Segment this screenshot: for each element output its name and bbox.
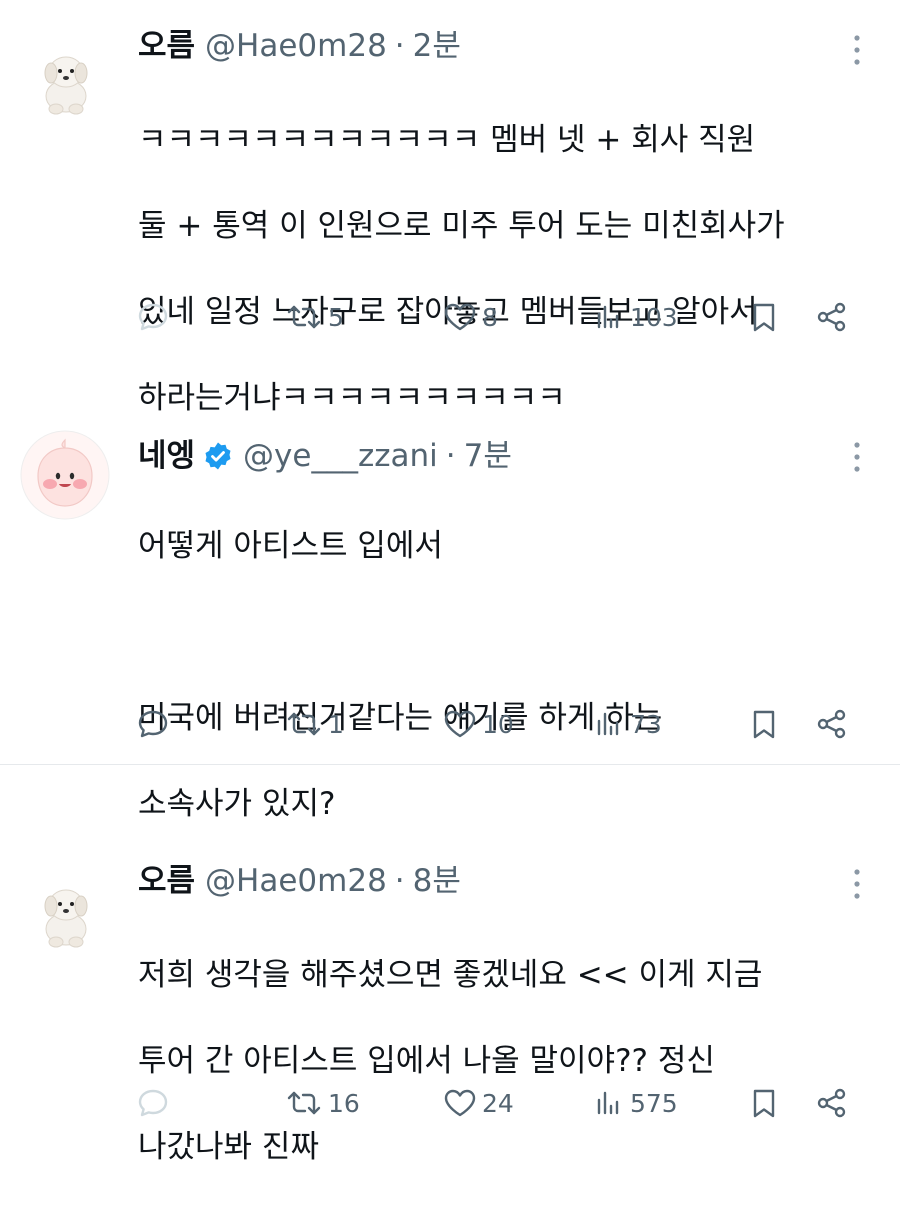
tweet-text-line: ㅋㅋㅋㅋㅋㅋㅋㅋㅋㅋㅋㅋ 멤버 넷 + 회사 직원 bbox=[138, 122, 756, 158]
reply-icon bbox=[138, 710, 168, 738]
action-bar: 16 24 575 bbox=[136, 1083, 856, 1123]
retweet-button[interactable]: 1 bbox=[284, 704, 344, 744]
timestamp[interactable]: 7분 bbox=[464, 436, 512, 476]
retweet-count: 16 bbox=[328, 1088, 360, 1118]
more-options-button[interactable] bbox=[850, 33, 864, 67]
like-button[interactable]: 8 bbox=[442, 297, 498, 337]
reply-button[interactable] bbox=[136, 1083, 174, 1123]
retweet-icon bbox=[287, 305, 321, 329]
bookmark-icon bbox=[753, 1089, 775, 1118]
retweet-button[interactable]: 5 bbox=[284, 297, 344, 337]
tweet-text-line: 어떻게 아티스트 입에서 bbox=[138, 528, 443, 564]
display-name[interactable]: 오름 bbox=[138, 861, 195, 901]
more-vertical-icon bbox=[854, 442, 860, 472]
verified-badge-icon bbox=[203, 441, 233, 471]
views-button[interactable]: 575 bbox=[592, 1083, 678, 1123]
white-puppy-plush-icon bbox=[44, 889, 88, 948]
share-button[interactable] bbox=[814, 1083, 850, 1123]
more-options-button[interactable] bbox=[850, 867, 864, 901]
bookmark-button[interactable] bbox=[748, 704, 780, 744]
view-count: 103 bbox=[630, 302, 678, 332]
views-chart-icon bbox=[597, 1091, 619, 1115]
tweet-text-line bbox=[138, 611, 878, 654]
heart-icon bbox=[444, 710, 476, 738]
separator-dot: · bbox=[394, 863, 405, 899]
display-name[interactable]: 네엥 bbox=[138, 436, 195, 476]
avatar[interactable] bbox=[20, 430, 110, 520]
like-count: 24 bbox=[482, 1088, 514, 1118]
tweet-header: 오름 @Hae0m28 · 8분 bbox=[138, 861, 461, 901]
tweet-text-line: 나갔나봐 진짜 bbox=[138, 1129, 319, 1165]
handle[interactable]: @ye___zzani bbox=[243, 436, 438, 476]
avatar[interactable] bbox=[26, 40, 106, 120]
reply-icon bbox=[138, 303, 168, 331]
retweet-count: 1 bbox=[328, 709, 344, 739]
bookmark-icon bbox=[753, 303, 775, 332]
display-name[interactable]: 오름 bbox=[138, 26, 195, 66]
tweet-header: 오름 @Hae0m28 · 2분 bbox=[138, 26, 461, 66]
like-button[interactable]: 24 bbox=[442, 1083, 514, 1123]
timestamp[interactable]: 2분 bbox=[413, 26, 461, 66]
views-chart-icon bbox=[597, 712, 619, 736]
views-button[interactable]: 103 bbox=[592, 297, 678, 337]
like-count: 8 bbox=[482, 302, 498, 332]
heart-icon bbox=[444, 1089, 476, 1117]
reply-button[interactable] bbox=[136, 297, 174, 337]
more-vertical-icon bbox=[854, 35, 860, 65]
tweet-text: 저희 생각을 해주셨으면 좋겠네요 << 이게 지금 투어 간 아티스트 입에서… bbox=[138, 911, 878, 1212]
retweet-count: 5 bbox=[328, 302, 344, 332]
share-icon bbox=[817, 1088, 846, 1118]
timestamp[interactable]: 8분 bbox=[413, 861, 461, 901]
share-icon bbox=[817, 302, 846, 332]
bookmark-button[interactable] bbox=[748, 297, 780, 337]
like-count: 10 bbox=[482, 709, 514, 739]
reply-button[interactable] bbox=[136, 704, 174, 744]
bookmark-icon bbox=[753, 710, 775, 739]
handle[interactable]: @Hae0m28 bbox=[205, 26, 387, 66]
retweet-icon bbox=[287, 1091, 321, 1115]
view-count: 73 bbox=[630, 709, 662, 739]
bookmark-button[interactable] bbox=[748, 1083, 780, 1123]
tweet-header: 네엥 @ye___zzani · 7분 bbox=[138, 436, 512, 476]
retweet-button[interactable]: 16 bbox=[284, 1083, 360, 1123]
reply-icon bbox=[138, 1089, 168, 1117]
separator-dot: · bbox=[394, 28, 405, 64]
views-chart-icon bbox=[597, 305, 619, 329]
like-button[interactable]: 10 bbox=[442, 704, 514, 744]
separator-dot: · bbox=[445, 438, 456, 474]
pink-peach-character-icon bbox=[20, 430, 110, 520]
action-bar: 1 10 73 bbox=[136, 704, 856, 744]
more-options-button[interactable] bbox=[850, 440, 864, 474]
retweet-icon bbox=[287, 712, 321, 736]
avatar[interactable] bbox=[26, 873, 106, 953]
views-button[interactable]: 73 bbox=[592, 704, 662, 744]
tweet-text-line: 투어 간 아티스트 입에서 나올 말이야?? 정신 bbox=[138, 1043, 715, 1079]
tweet-1[interactable]: 오름 @Hae0m28 · 2분 ㅋㅋㅋㅋㅋㅋㅋㅋㅋㅋㅋㅋ 멤버 넷 + 회사 … bbox=[0, 0, 900, 416]
more-vertical-icon bbox=[854, 869, 860, 899]
share-icon bbox=[817, 709, 846, 739]
share-button[interactable] bbox=[814, 297, 850, 337]
tweet-text-line: 둘 + 통역 이 인원으로 미주 투어 도는 미친회사가 bbox=[138, 208, 785, 244]
tweet-3[interactable]: 오름 @Hae0m28 · 8분 저희 생각을 해주셨으면 좋겠네요 << 이게… bbox=[0, 765, 900, 1165]
white-puppy-plush-icon bbox=[44, 56, 88, 115]
heart-icon bbox=[444, 303, 476, 331]
tweet-text-line: 저희 생각을 해주셨으면 좋겠네요 << 이게 지금 bbox=[138, 957, 763, 993]
view-count: 575 bbox=[630, 1088, 678, 1118]
tweet-2[interactable]: 네엥 @ye___zzani · 7분 어떻게 아티스트 입에서 미국에 버려진… bbox=[0, 370, 900, 822]
share-button[interactable] bbox=[814, 704, 850, 744]
handle[interactable]: @Hae0m28 bbox=[205, 861, 387, 901]
action-bar: 5 8 103 bbox=[136, 297, 856, 337]
